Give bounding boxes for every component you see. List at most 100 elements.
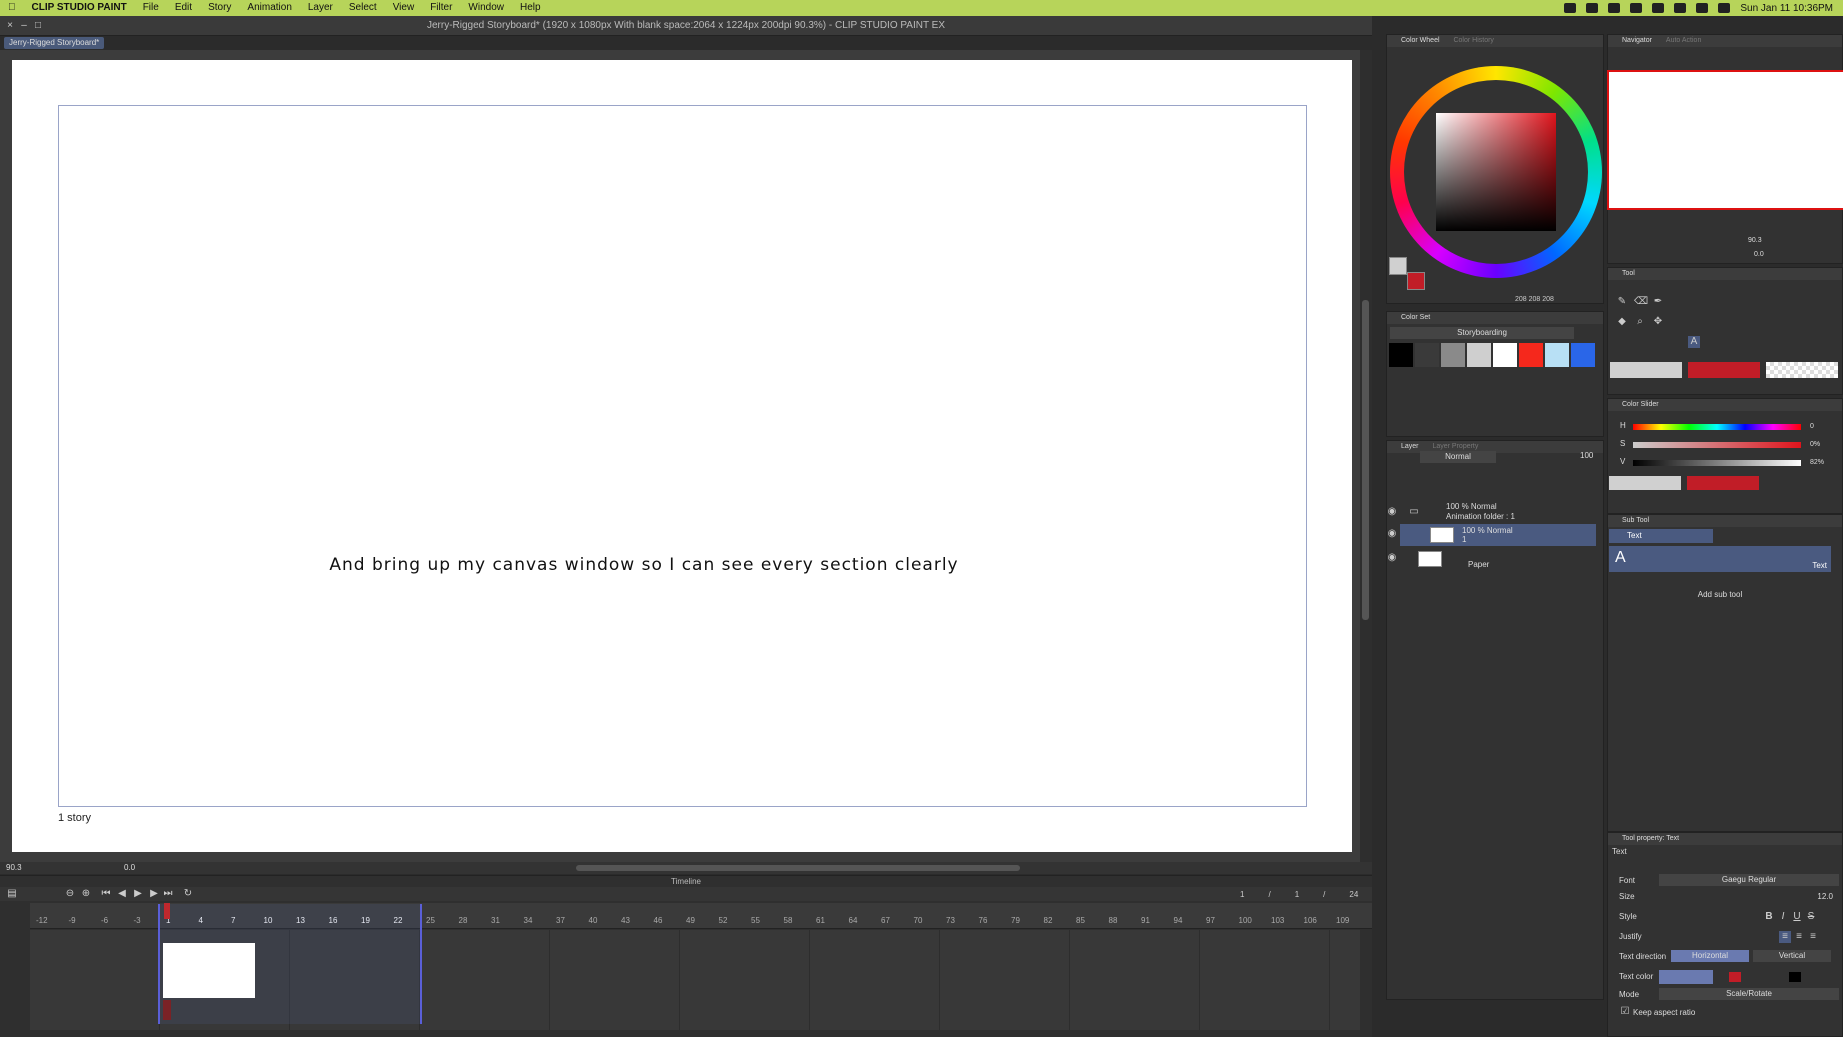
dropbox-icon[interactable] bbox=[1564, 3, 1577, 13]
size-value[interactable]: 12.0 bbox=[1817, 892, 1833, 901]
saturation-value[interactable]: 0% bbox=[1810, 441, 1820, 448]
pen-icon[interactable]: ✒ bbox=[1652, 296, 1664, 308]
timeline-tick[interactable]: 82 bbox=[1044, 916, 1053, 925]
font-select[interactable]: Gaegu Regular bbox=[1659, 874, 1839, 886]
tool-transparent-color[interactable] bbox=[1766, 362, 1838, 378]
timeline-tick[interactable]: 31 bbox=[491, 916, 500, 925]
strikethrough-icon[interactable]: S bbox=[1805, 911, 1817, 923]
keep-aspect-checkbox[interactable]: ☑ bbox=[1619, 1006, 1631, 1018]
color-set-swatch[interactable] bbox=[1415, 343, 1439, 367]
color-set-swatch[interactable] bbox=[1571, 343, 1595, 367]
timeline-cel[interactable] bbox=[163, 943, 255, 998]
menu-edit[interactable]: Edit bbox=[167, 0, 200, 16]
align-left-icon[interactable]: ≡ bbox=[1779, 931, 1791, 943]
timeline-tick[interactable]: 85 bbox=[1076, 916, 1085, 925]
apple-icon[interactable]:  bbox=[0, 0, 24, 16]
main-color-swatch[interactable] bbox=[1389, 257, 1407, 275]
text-main-color[interactable] bbox=[1659, 970, 1713, 984]
timeline-tick[interactable]: 46 bbox=[654, 916, 663, 925]
layer-tab[interactable]: Layer bbox=[1401, 443, 1419, 450]
timeline-tick[interactable]: 109 bbox=[1336, 916, 1349, 925]
menu-select[interactable]: Select bbox=[341, 0, 385, 16]
timeline-tick[interactable]: 91 bbox=[1141, 916, 1150, 925]
menu-story[interactable]: Story bbox=[200, 0, 239, 16]
new-timeline-icon[interactable]: ▤ bbox=[6, 888, 18, 900]
text-tool-icon[interactable]: A bbox=[1688, 336, 1700, 348]
sub-tool-group-text[interactable]: Text bbox=[1609, 529, 1713, 543]
headphones-icon[interactable] bbox=[1630, 3, 1643, 13]
zoom-tool-icon[interactable]: ⌕ bbox=[1634, 316, 1646, 328]
timeline-tick[interactable]: 70 bbox=[914, 916, 923, 925]
value-slider[interactable] bbox=[1633, 460, 1801, 466]
canvas-caption-text[interactable]: And bring up my canvas window so I can s… bbox=[58, 555, 1230, 575]
vertical-scroll-thumb[interactable] bbox=[1362, 300, 1369, 620]
battery-icon[interactable] bbox=[1652, 3, 1665, 13]
align-right-icon[interactable]: ≡ bbox=[1807, 931, 1819, 943]
timeline-tick[interactable]: 64 bbox=[849, 916, 858, 925]
eye-icon[interactable]: ◉ bbox=[1386, 552, 1398, 564]
timeline-tick[interactable]: 28 bbox=[459, 916, 468, 925]
hue-value[interactable]: 0 bbox=[1810, 423, 1814, 430]
saturation-value-square[interactable] bbox=[1436, 113, 1556, 231]
cel-marker[interactable] bbox=[163, 1000, 171, 1020]
document-tab[interactable]: Jerry-Rigged Storyboard* bbox=[4, 37, 105, 49]
timeline-tick[interactable]: 43 bbox=[621, 916, 630, 925]
eraser-icon[interactable]: ⌫ bbox=[1634, 296, 1648, 308]
color-set-swatch[interactable] bbox=[1545, 343, 1569, 367]
tool-sub-color[interactable] bbox=[1688, 362, 1760, 378]
timeline-tick[interactable]: 40 bbox=[589, 916, 598, 925]
last-frame-icon[interactable]: ⏭ bbox=[162, 888, 174, 900]
navigator-rotation[interactable]: 0.0 bbox=[1754, 251, 1764, 258]
menu-file[interactable]: File bbox=[135, 0, 167, 16]
color-set-swatch[interactable] bbox=[1441, 343, 1465, 367]
timeline-tick[interactable]: 97 bbox=[1206, 916, 1215, 925]
eye-icon[interactable]: ◉ bbox=[1386, 506, 1398, 518]
color-set-swatch[interactable] bbox=[1519, 343, 1543, 367]
storyboard-frame[interactable] bbox=[58, 105, 1307, 807]
first-frame-icon[interactable]: ⏮ bbox=[100, 888, 112, 900]
move-icon[interactable]: ✥ bbox=[1652, 316, 1664, 328]
next-frame-icon[interactable]: ▶ bbox=[148, 888, 160, 900]
layer-row-cel[interactable]: ◉ 100 % Normal 1 bbox=[1388, 524, 1596, 546]
timeline-tick[interactable]: 52 bbox=[719, 916, 728, 925]
timeline-tick[interactable]: 34 bbox=[524, 916, 533, 925]
menu-layer[interactable]: Layer bbox=[300, 0, 341, 16]
timeline-tick[interactable]: 103 bbox=[1271, 916, 1284, 925]
control-center-icon[interactable] bbox=[1718, 3, 1731, 13]
play-icon[interactable]: ▶ bbox=[132, 888, 144, 900]
zoom-value[interactable]: 90.3 bbox=[6, 863, 22, 872]
navigator-zoom[interactable]: 90.3 bbox=[1748, 237, 1762, 244]
loop-icon[interactable]: ↻ bbox=[182, 888, 194, 900]
horizontal-button[interactable]: Horizontal bbox=[1671, 950, 1749, 962]
layer-row-folder[interactable]: ◉ ▭ 100 % Normal Animation folder : 1 bbox=[1388, 502, 1596, 524]
navigator-preview[interactable] bbox=[1607, 70, 1843, 210]
saturation-slider[interactable] bbox=[1633, 442, 1801, 448]
bluetooth-icon[interactable] bbox=[1674, 3, 1687, 13]
input-source-icon[interactable] bbox=[1608, 3, 1621, 13]
timeline-tick[interactable]: 76 bbox=[979, 916, 988, 925]
timeline-tick[interactable]: 61 bbox=[816, 916, 825, 925]
timeline-tick[interactable]: -3 bbox=[134, 916, 141, 925]
playhead[interactable] bbox=[164, 903, 170, 919]
eye-icon[interactable]: ◉ bbox=[1386, 528, 1398, 540]
zoom-out-icon[interactable]: ⊖ bbox=[64, 888, 76, 900]
timeline-tick[interactable]: 25 bbox=[426, 916, 435, 925]
timeline-tick[interactable]: 106 bbox=[1304, 916, 1317, 925]
color-set-swatch[interactable] bbox=[1389, 343, 1413, 367]
color-history-tab[interactable]: Color History bbox=[1453, 37, 1493, 44]
timeline-tick[interactable]: 94 bbox=[1174, 916, 1183, 925]
prev-frame-icon[interactable]: ◀ bbox=[116, 888, 128, 900]
color-set-swatch[interactable] bbox=[1467, 343, 1491, 367]
menu-window[interactable]: Window bbox=[460, 0, 512, 16]
app-menu[interactable]: CLIP STUDIO PAINT bbox=[24, 0, 135, 16]
tool-main-color[interactable] bbox=[1610, 362, 1682, 378]
underline-icon[interactable]: U bbox=[1791, 911, 1803, 923]
wifi-icon[interactable] bbox=[1696, 3, 1709, 13]
slider-main-color[interactable] bbox=[1609, 476, 1681, 490]
timeline-tick[interactable]: 37 bbox=[556, 916, 565, 925]
bold-icon[interactable]: B bbox=[1763, 911, 1775, 923]
text-sub-color[interactable] bbox=[1729, 972, 1741, 982]
zoom-in-icon[interactable]: ⊕ bbox=[80, 888, 92, 900]
timeline-tick[interactable]: -6 bbox=[101, 916, 108, 925]
menu-animation[interactable]: Animation bbox=[239, 0, 299, 16]
